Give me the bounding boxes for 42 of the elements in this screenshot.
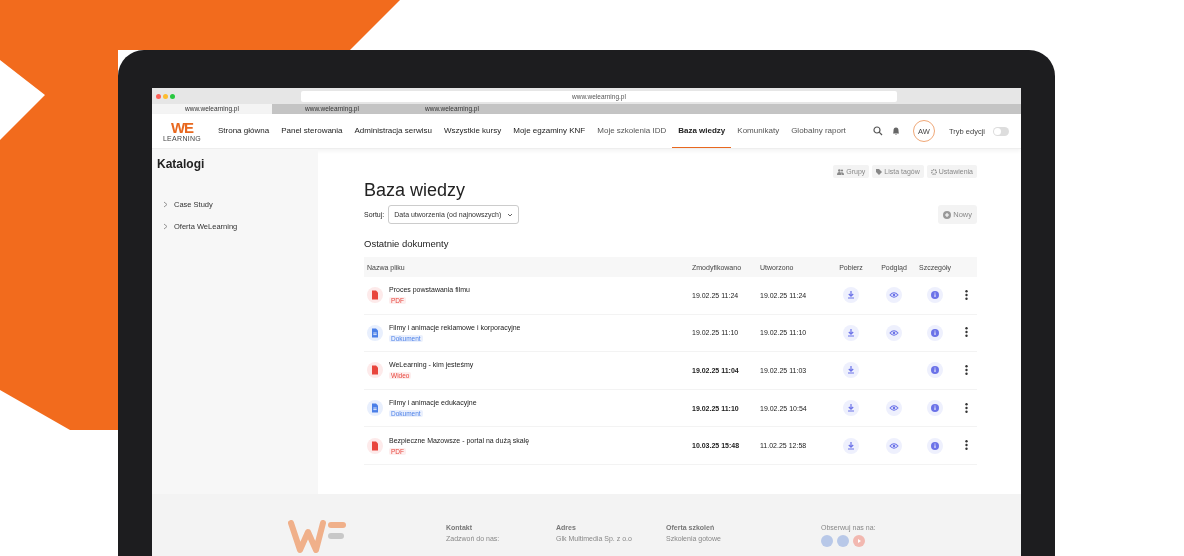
download-icon[interactable] (843, 400, 859, 417)
tag-icon (876, 168, 883, 175)
sidebar-title: Katalogi (157, 157, 206, 171)
search-icon[interactable] (873, 126, 883, 136)
settings-icon (930, 168, 937, 175)
download-icon[interactable] (843, 362, 859, 379)
chevron-icon (163, 222, 168, 230)
download-icon[interactable] (843, 287, 859, 304)
edit-mode-toggle[interactable] (993, 126, 1009, 136)
more-icon[interactable] (964, 402, 968, 413)
nav-tab[interactable]: Globalny raport (785, 114, 852, 148)
info-icon[interactable] (927, 324, 943, 341)
more-icon[interactable] (964, 365, 968, 375)
nav-tab[interactable]: Baza wiedzy (672, 114, 732, 148)
download-icon[interactable] (843, 437, 859, 454)
nav-tab[interactable]: Moje egzaminy KNF (507, 114, 592, 148)
chevron-icon (163, 200, 168, 208)
nav-tab[interactable]: Wszystkie kursy (437, 114, 508, 148)
footer-logo-icon (288, 520, 348, 554)
info-icon[interactable] (927, 287, 943, 304)
nav-tab[interactable]: Panel sterowania (275, 114, 349, 148)
more-icon[interactable] (964, 327, 968, 338)
eye-icon[interactable] (886, 400, 902, 417)
page-title: Baza wiedzy (364, 179, 467, 202)
nav-tab[interactable]: Administracja serwisu (348, 114, 438, 148)
nav-tab[interactable]: Komunikaty (731, 114, 786, 148)
more-icon[interactable] (964, 440, 968, 451)
caret-icon (507, 212, 514, 217)
download-icon[interactable] (843, 324, 859, 341)
people-icon (837, 168, 845, 175)
eye-icon[interactable] (886, 437, 902, 454)
info-icon[interactable] (927, 400, 943, 417)
section-heading: Ostatnie dokumenty (364, 238, 450, 249)
nav-tab[interactable]: Strona główna (212, 114, 276, 148)
more-icon[interactable] (964, 289, 968, 300)
info-icon[interactable] (927, 437, 943, 454)
eye-icon[interactable] (886, 287, 902, 304)
plus-icon (943, 210, 952, 219)
nav-tab[interactable]: Moje szkolenia IDD (591, 114, 673, 148)
eye-icon[interactable] (886, 324, 902, 341)
info-icon[interactable] (927, 362, 943, 379)
bell-icon[interactable] (891, 126, 901, 136)
